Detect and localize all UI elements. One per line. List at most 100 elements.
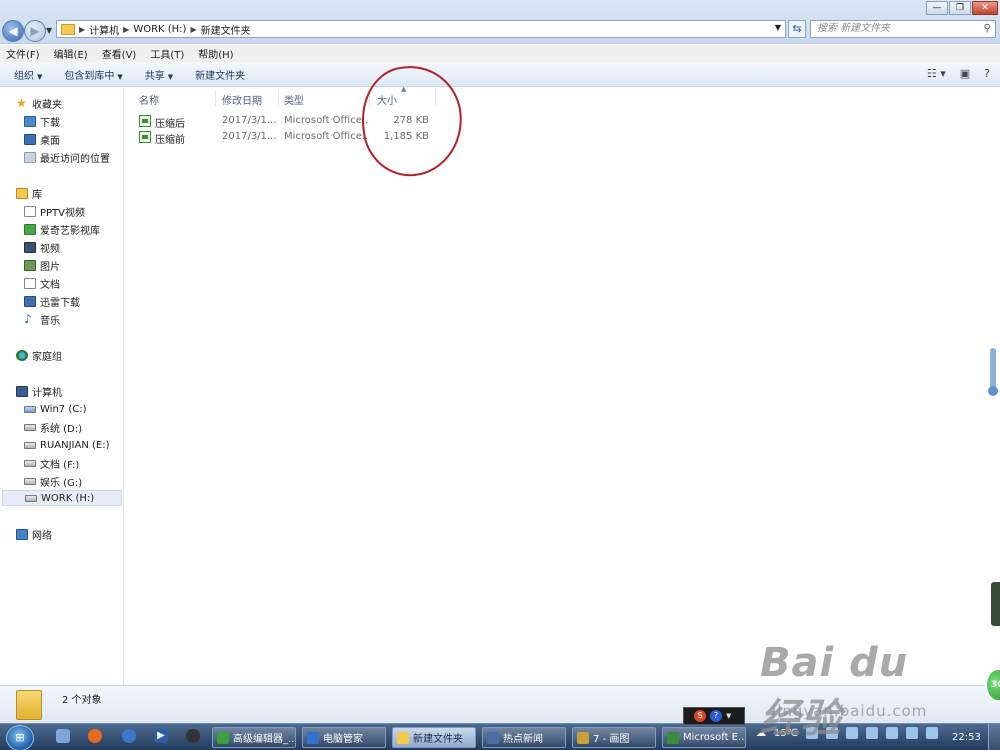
column-header-type[interactable]: 类型 (284, 92, 304, 107)
chevron-down-icon: ▼ (117, 72, 123, 81)
minimize-button[interactable]: — (926, 1, 948, 15)
sidebar-item-pptv[interactable]: PPTV视频 (24, 203, 85, 219)
sidebar-item-music[interactable]: ♪ 音乐 (24, 311, 60, 327)
breadcrumb-work-drive[interactable]: WORK (H:) (133, 24, 186, 35)
sidebar-item-recent[interactable]: 最近访问的位置 (24, 149, 110, 165)
forward-button[interactable]: ▶ (24, 20, 46, 42)
sidebar-item-drive-e[interactable]: RUANJIAN (E:) (24, 437, 109, 453)
help-icon[interactable]: ? (984, 67, 990, 80)
organize-button[interactable]: 组织 ▼ (14, 67, 42, 82)
taskbar-editor[interactable]: 高级编辑器_... (212, 727, 296, 748)
sidebar-item-drive-g[interactable]: 娱乐 (G:) (24, 473, 82, 489)
sidebar-label: 库 (32, 189, 42, 201)
sidebar-item-drive-d[interactable]: 系统 (D:) (24, 419, 82, 435)
sidebar-label: PPTV视频 (40, 207, 86, 219)
ie-icon[interactable] (122, 729, 136, 743)
taskbar-excel[interactable]: Microsoft E... (662, 727, 746, 748)
chevron-right-icon[interactable]: ▶ (79, 25, 85, 34)
show-desktop-icon[interactable] (56, 729, 70, 743)
system-drive-icon (24, 405, 36, 413)
menu-tools[interactable]: 工具(T) (150, 46, 184, 61)
sidebar-label: 下载 (40, 117, 60, 129)
start-button[interactable]: ⊞ (6, 725, 34, 750)
media-player-icon[interactable]: ▶ (154, 729, 168, 743)
column-divider[interactable] (215, 90, 216, 106)
menu-help[interactable]: 帮助(H) (198, 46, 233, 61)
refresh-button[interactable]: ⇆ (788, 20, 806, 38)
sidebar-item-documents[interactable]: 文档 (24, 275, 60, 291)
sidebar-label: Win7 (C:) (40, 403, 87, 415)
file-type: Microsoft Office... (284, 115, 368, 126)
search-icon[interactable]: ⚲ (984, 21, 991, 37)
taskbar-paint[interactable]: 7 - 画图 (572, 727, 656, 748)
column-divider[interactable] (435, 90, 436, 106)
chevron-down-icon[interactable]: ▼ (726, 712, 731, 720)
file-row[interactable]: 压缩前 2017/3/1... Microsoft Office... 1,18… (135, 130, 435, 146)
sidebar-homegroup[interactable]: 家庭组 (16, 347, 62, 363)
firefox-icon[interactable] (88, 729, 102, 743)
file-name: 压缩前 (155, 135, 185, 146)
share-label: 共享 (144, 70, 165, 82)
side-panel-handle[interactable] (991, 582, 1000, 626)
help-icon[interactable]: ? (710, 710, 722, 722)
taskbar-pc-manager[interactable]: 电脑管家 (302, 727, 386, 748)
sidebar-libraries[interactable]: 库 (16, 185, 42, 201)
sidebar-item-drive-f[interactable]: 文档 (F:) (24, 455, 79, 471)
sidebar-item-desktop[interactable]: 桌面 (24, 131, 60, 147)
sidebar-item-iqiyi[interactable]: 爱奇艺影视库 (24, 221, 100, 237)
ime-toolbar[interactable]: S ? ▼ (683, 707, 745, 725)
show-desktop-button[interactable] (988, 724, 1000, 750)
menu-view[interactable]: 查看(V) (102, 46, 137, 61)
breadcrumb-computer[interactable]: 计算机 (89, 22, 119, 37)
preview-pane-icon[interactable]: ▣ (960, 67, 970, 80)
file-row[interactable]: 压缩后 2017/3/1... Microsoft Office... 278 … (135, 114, 435, 130)
sidebar-item-videos[interactable]: 视频 (24, 239, 60, 255)
document-library-icon (24, 277, 36, 289)
back-button[interactable]: ◀ (2, 20, 24, 42)
taskbar-label: 7 - 画图 (593, 734, 630, 745)
recent-places-icon (24, 151, 36, 163)
menu-file[interactable]: 文件(F) (6, 46, 40, 61)
sidebar-label: 娱乐 (G:) (40, 477, 83, 489)
history-dropdown-icon[interactable]: ▼ (46, 26, 52, 35)
close-button[interactable]: ✕ (972, 1, 998, 15)
taskbar-label: 高级编辑器_... (233, 734, 296, 745)
breadcrumb-new-folder[interactable]: 新建文件夹 (201, 22, 251, 37)
sidebar-computer[interactable]: 计算机 (16, 383, 62, 399)
address-dropdown-icon[interactable]: ▼ (775, 23, 781, 32)
column-header-date[interactable]: 修改日期 (222, 92, 262, 107)
include-library-button[interactable]: 包含到库中 ▼ (64, 67, 122, 82)
sidebar-network[interactable]: 网络 (16, 526, 52, 542)
maximize-button[interactable]: ❐ (949, 1, 971, 15)
sidebar-item-drive-h[interactable]: WORK (H:) (2, 490, 122, 506)
chevron-right-icon[interactable]: ▶ (190, 25, 196, 34)
taskbar-new-folder[interactable]: 新建文件夹 (392, 727, 476, 748)
item-count: 2 个对象 (62, 695, 102, 706)
search-input[interactable]: 搜索 新建文件夹 ⚲ (810, 20, 996, 38)
column-divider[interactable] (369, 90, 370, 106)
address-bar[interactable]: ▶ 计算机 ▶ WORK (H:) ▶ 新建文件夹 ▼ (56, 20, 786, 38)
taskbar-hot-news[interactable]: 热点新闻 (482, 727, 566, 748)
sidebar-label: 爱奇艺影视库 (40, 225, 100, 237)
share-button[interactable]: 共享 ▼ (145, 67, 173, 82)
chevron-right-icon[interactable]: ▶ (123, 25, 129, 34)
column-divider[interactable] (278, 90, 279, 106)
column-header-size[interactable]: 大小 (377, 92, 397, 107)
menu-edit[interactable]: 编辑(E) (54, 46, 88, 61)
sidebar-item-pictures[interactable]: 图片 (24, 257, 60, 273)
new-folder-button[interactable]: 新建文件夹 (195, 67, 245, 82)
sidebar-item-drive-c[interactable]: Win7 (C:) (24, 401, 86, 417)
film-reel-icon[interactable] (186, 729, 200, 743)
folder-icon (397, 731, 409, 744)
sidebar-item-thunder[interactable]: 迅雷下载 (24, 293, 80, 309)
sogou-icon[interactable]: S (694, 710, 706, 722)
sidebar-item-downloads[interactable]: 下载 (24, 113, 60, 129)
taskbar-label: Microsoft E... (683, 732, 746, 743)
drive-icon (24, 423, 36, 431)
volume-slider[interactable] (988, 348, 998, 396)
column-header-name[interactable]: 名称 (139, 92, 159, 107)
view-options-icon[interactable]: ☷ ▾ (927, 67, 946, 80)
watermark-url: jingyan.baidu.com (772, 702, 928, 720)
sidebar-favorites[interactable]: ★ 收藏夹 (16, 95, 62, 111)
computer-icon (16, 385, 28, 397)
